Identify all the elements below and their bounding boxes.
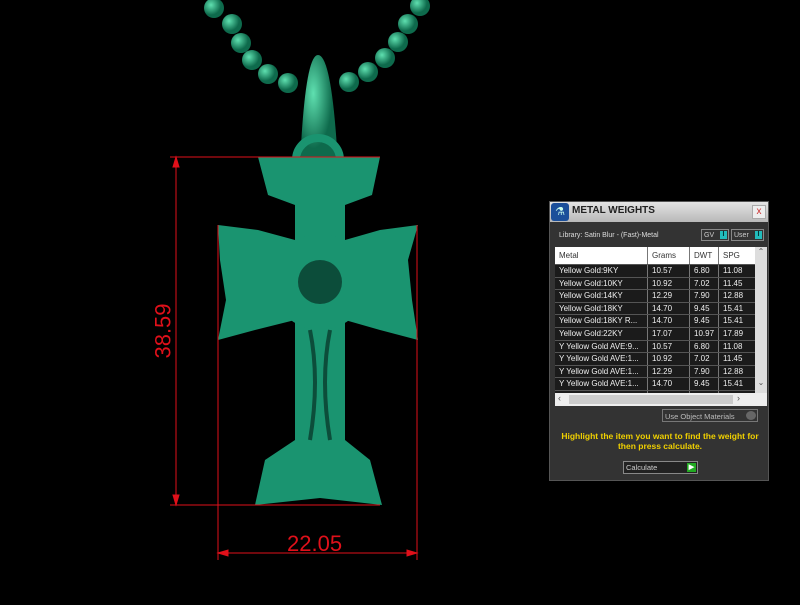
table-row[interactable]: Yellow Gold:10KY 10.92 7.02 11.45 [555, 276, 767, 290]
grams-cell: 10.57 [648, 265, 690, 277]
height-dimension: 38.59 [150, 303, 176, 359]
metal-cell: Yellow Gold:18KY R... [555, 315, 648, 327]
gv-indicator: I [720, 231, 727, 239]
vertical-scrollbar[interactable]: ⌃ ⌄ [755, 247, 767, 393]
dwt-cell: 10.97 [690, 327, 719, 340]
spg-cell: 17.89 [723, 328, 744, 338]
spg-cell: 12.88 [723, 291, 744, 301]
spg-cell: 11.45 [723, 278, 743, 288]
spg-cell: 15.41 [723, 379, 744, 389]
instruction-message: Highlight the item you want to find the … [561, 431, 759, 451]
spg-cell: 15.41 [723, 303, 744, 313]
gv-toggle[interactable]: GV I [701, 229, 729, 241]
calculate-label: Calculate [626, 463, 658, 472]
use-object-materials-toggle[interactable]: Use Object Materials [662, 409, 758, 422]
grams-cell: 10.57 [648, 340, 690, 353]
spg-cell: 12.88 [723, 366, 744, 376]
grams-cell: 17.07 [648, 327, 690, 340]
spg-cell: 11.08 [723, 341, 743, 351]
metal-cell: Y Yellow Gold AVE:9... [555, 340, 648, 353]
spg-cell: 11.08 [723, 266, 743, 275]
user-label: User [734, 232, 749, 239]
play-icon: ▶ [687, 463, 696, 472]
app-logo-icon: ⚗ [551, 203, 569, 221]
table-row[interactable]: Yellow Gold:14KY 12.29 7.90 12.88 [555, 289, 767, 302]
metal-cell: Y Yellow Gold AVE:1... [555, 378, 648, 390]
metal-cell: Y Yellow Gold AVE:1... [555, 353, 648, 365]
user-toggle[interactable]: User I [731, 229, 764, 241]
dwt-cell: 7.90 [690, 290, 719, 302]
column-grams[interactable]: Grams [648, 247, 690, 264]
grams-cell: 14.70 [648, 302, 690, 315]
dwt-cell: 9.45 [690, 378, 719, 390]
table-row[interactable]: Yellow Gold:18KY 14.70 9.45 15.41 [555, 301, 767, 315]
metal-cell: Yellow Gold:14KY [555, 290, 648, 302]
table-header: Metal Grams DWT SPG [555, 247, 767, 264]
dwt-cell: 9.45 [690, 315, 719, 327]
toggle-indicator-icon [746, 411, 756, 420]
dwt-cell: 7.02 [690, 353, 719, 365]
metal-cell: Yellow Gold:18KY [555, 302, 648, 315]
column-dwt[interactable]: DWT [690, 247, 719, 264]
close-button[interactable]: x [752, 205, 766, 219]
metal-cell: Yellow Gold:22KY [555, 327, 648, 340]
table-row[interactable]: Y Yellow Gold AVE:1... 10.92 7.02 11.45 [555, 352, 767, 365]
scroll-thumb[interactable] [569, 395, 733, 404]
metal-cell: Y Yellow Gold AVE:1... [555, 365, 648, 378]
horizontal-scrollbar[interactable]: ‹ › [555, 393, 767, 406]
metal-cell: Yellow Gold:9KY [555, 265, 648, 277]
scroll-right-icon[interactable]: › [737, 393, 740, 403]
column-spg[interactable]: SPG [719, 247, 753, 264]
title-bar[interactable]: ⚗ METAL WEIGHTS x [550, 202, 768, 222]
pendant [218, 55, 418, 505]
metal-cell: Yellow Gold:10KY [555, 277, 648, 290]
grams-cell: 14.70 [648, 315, 690, 327]
table-row[interactable]: Y Yellow Gold AVE:1... 12.29 7.90 12.88 [555, 364, 767, 378]
table-row[interactable]: Yellow Gold:22KY 17.07 10.97 17.89 [555, 326, 767, 340]
grams-cell: 14.70 [648, 378, 690, 390]
calculate-button[interactable]: Calculate ▶ [623, 461, 698, 474]
grams-cell: 10.92 [648, 353, 690, 365]
dwt-cell: 7.90 [690, 365, 719, 378]
scroll-down-icon[interactable]: ⌄ [755, 378, 767, 387]
dwt-cell: 7.02 [690, 277, 719, 290]
table-row[interactable]: Y Yellow Gold AVE:9... 10.57 6.80 11.08 [555, 339, 767, 353]
scroll-left-icon[interactable]: ‹ [558, 393, 561, 403]
column-metal[interactable]: Metal [555, 247, 648, 264]
dwt-cell: 6.80 [690, 340, 719, 353]
grams-cell: 12.29 [648, 365, 690, 378]
spg-cell: 15.41 [723, 316, 744, 326]
table-row[interactable]: Yellow Gold:18KY R... 14.70 9.45 15.41 [555, 314, 767, 327]
spg-cell: 11.45 [723, 354, 743, 364]
width-dimension: 22.05 [287, 531, 343, 556]
table-row[interactable]: Y Yellow Gold AVE:1...14.709.45 15.41 [555, 377, 767, 390]
user-indicator: I [755, 231, 762, 239]
gv-label: GV [704, 232, 715, 239]
panel-title: METAL WEIGHTS [572, 205, 655, 216]
metal-weights-panel: ⚗ METAL WEIGHTS x Library: Satin Blur - … [549, 201, 769, 481]
table-row[interactable]: Yellow Gold:9KY 10.57 6.80 11.08 [555, 264, 767, 277]
scroll-up-icon[interactable]: ⌃ [755, 247, 767, 256]
use-object-materials-label: Use Object Materials [665, 412, 735, 421]
grams-cell: 10.92 [648, 277, 690, 290]
dwt-cell: 9.45 [690, 302, 719, 315]
dwt-cell: 6.80 [690, 265, 719, 277]
grams-cell: 12.29 [648, 290, 690, 302]
library-label: Library: Satin Blur - (Fast)-Metal [559, 232, 659, 239]
metal-table[interactable]: Metal Grams DWT SPG Yellow Gold:9KY 10.57… [555, 247, 767, 406]
